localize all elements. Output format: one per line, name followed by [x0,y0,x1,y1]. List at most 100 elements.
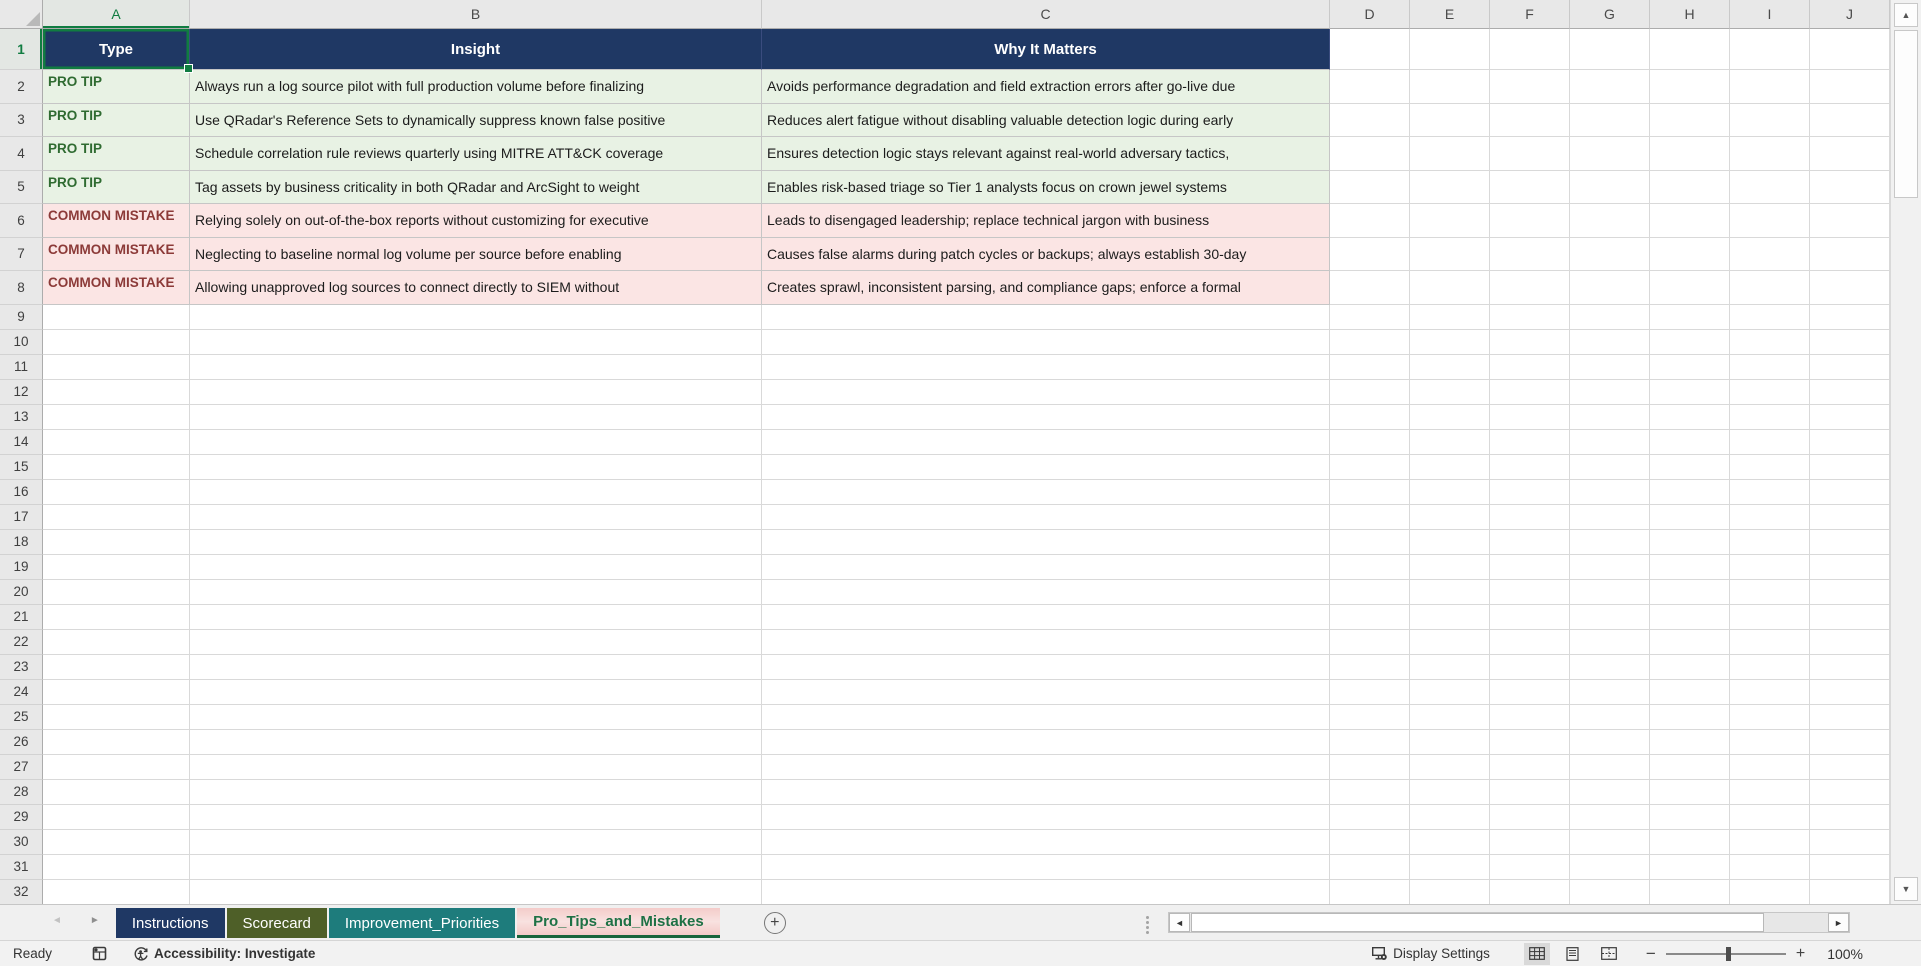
cell-B3[interactable]: Use QRadar's Reference Sets to dynamical… [190,103,762,137]
cell-A8[interactable]: COMMON MISTAKE [43,271,190,305]
row-header-8[interactable]: 8 [0,271,43,305]
cell-B1[interactable]: Insight [190,29,762,70]
accessibility-status-button[interactable]: Accessibility: Investigate [133,946,315,962]
cell-C11[interactable] [762,354,1330,380]
row-header-3[interactable]: 3 [0,103,43,137]
cell-C19[interactable] [762,554,1330,580]
cell-I9[interactable] [1730,304,1810,330]
cell-B9[interactable] [190,304,762,330]
sheet-tab-improvement_priorities[interactable]: Improvement_Priorities [328,908,516,938]
sheet-nav-right-icon[interactable]: ► [90,916,100,926]
cell-F18[interactable] [1490,529,1570,555]
cell-C25[interactable] [762,704,1330,730]
view-page-layout-button[interactable] [1560,943,1586,965]
row-header-19[interactable]: 19 [0,554,43,580]
cell-A31[interactable] [43,854,190,880]
cell-B20[interactable] [190,579,762,605]
cell-E30[interactable] [1410,829,1490,855]
cell-I19[interactable] [1730,554,1810,580]
column-header-I[interactable]: I [1730,0,1810,29]
cell-G13[interactable] [1570,404,1650,430]
cell-I3[interactable] [1730,103,1810,137]
cell-E15[interactable] [1410,454,1490,480]
scroll-left-button[interactable]: ◄ [1169,913,1190,932]
cell-B6[interactable]: Relying solely on out-of-the-box reports… [190,204,762,238]
cell-H12[interactable] [1650,379,1730,405]
cell-E25[interactable] [1410,704,1490,730]
cell-H31[interactable] [1650,854,1730,880]
cell-E7[interactable] [1410,237,1490,271]
cell-B7[interactable]: Neglecting to baseline normal log volume… [190,237,762,271]
cell-C24[interactable] [762,679,1330,705]
zoom-in-button[interactable]: + [1796,945,1805,963]
cell-J7[interactable] [1810,237,1890,271]
cell-J29[interactable] [1810,804,1890,830]
cell-H29[interactable] [1650,804,1730,830]
cell-G29[interactable] [1570,804,1650,830]
row-header-27[interactable]: 27 [0,754,43,780]
cell-H26[interactable] [1650,729,1730,755]
cell-J8[interactable] [1810,271,1890,305]
cell-A29[interactable] [43,804,190,830]
cell-A22[interactable] [43,629,190,655]
cell-J13[interactable] [1810,404,1890,430]
cell-H22[interactable] [1650,629,1730,655]
cell-B4[interactable]: Schedule correlation rule reviews quarte… [190,137,762,171]
cell-H24[interactable] [1650,679,1730,705]
cell-I10[interactable] [1730,329,1810,355]
cell-H9[interactable] [1650,304,1730,330]
cell-J30[interactable] [1810,829,1890,855]
cell-I14[interactable] [1730,429,1810,455]
row-header-13[interactable]: 13 [0,404,43,430]
cell-H13[interactable] [1650,404,1730,430]
cell-D11[interactable] [1330,354,1410,380]
cell-C28[interactable] [762,779,1330,805]
cell-G2[interactable] [1570,70,1650,104]
cell-E19[interactable] [1410,554,1490,580]
cell-B23[interactable] [190,654,762,680]
cell-A19[interactable] [43,554,190,580]
row-header-17[interactable]: 17 [0,504,43,530]
cell-C31[interactable] [762,854,1330,880]
cell-H23[interactable] [1650,654,1730,680]
cell-D3[interactable] [1330,103,1410,137]
row-header-18[interactable]: 18 [0,529,43,555]
column-header-A[interactable]: A [43,0,190,29]
cell-H1[interactable] [1650,29,1730,70]
cell-B14[interactable] [190,429,762,455]
cell-I29[interactable] [1730,804,1810,830]
cell-H14[interactable] [1650,429,1730,455]
cell-A28[interactable] [43,779,190,805]
row-header-5[interactable]: 5 [0,170,43,204]
cell-I21[interactable] [1730,604,1810,630]
cell-E17[interactable] [1410,504,1490,530]
cell-H7[interactable] [1650,237,1730,271]
sheet-tab-instructions[interactable]: Instructions [115,908,225,938]
cell-F26[interactable] [1490,729,1570,755]
row-header-1[interactable]: 1 [0,29,43,70]
cell-B2[interactable]: Always run a log source pilot with full … [190,70,762,104]
cell-A1[interactable]: Type [43,29,193,73]
cell-A10[interactable] [43,329,190,355]
cell-D28[interactable] [1330,779,1410,805]
cell-A11[interactable] [43,354,190,380]
cell-G15[interactable] [1570,454,1650,480]
cell-I1[interactable] [1730,29,1810,70]
cell-D13[interactable] [1330,404,1410,430]
row-header-30[interactable]: 30 [0,829,43,855]
cell-J6[interactable] [1810,204,1890,238]
cell-G20[interactable] [1570,579,1650,605]
cell-I28[interactable] [1730,779,1810,805]
cell-B22[interactable] [190,629,762,655]
cell-C3[interactable]: Reduces alert fatigue without disabling … [762,103,1330,137]
cell-H6[interactable] [1650,204,1730,238]
cell-G19[interactable] [1570,554,1650,580]
cell-I25[interactable] [1730,704,1810,730]
cell-G18[interactable] [1570,529,1650,555]
cell-F10[interactable] [1490,329,1570,355]
cell-F15[interactable] [1490,454,1570,480]
cell-G23[interactable] [1570,654,1650,680]
cell-E23[interactable] [1410,654,1490,680]
cell-D18[interactable] [1330,529,1410,555]
cell-A17[interactable] [43,504,190,530]
